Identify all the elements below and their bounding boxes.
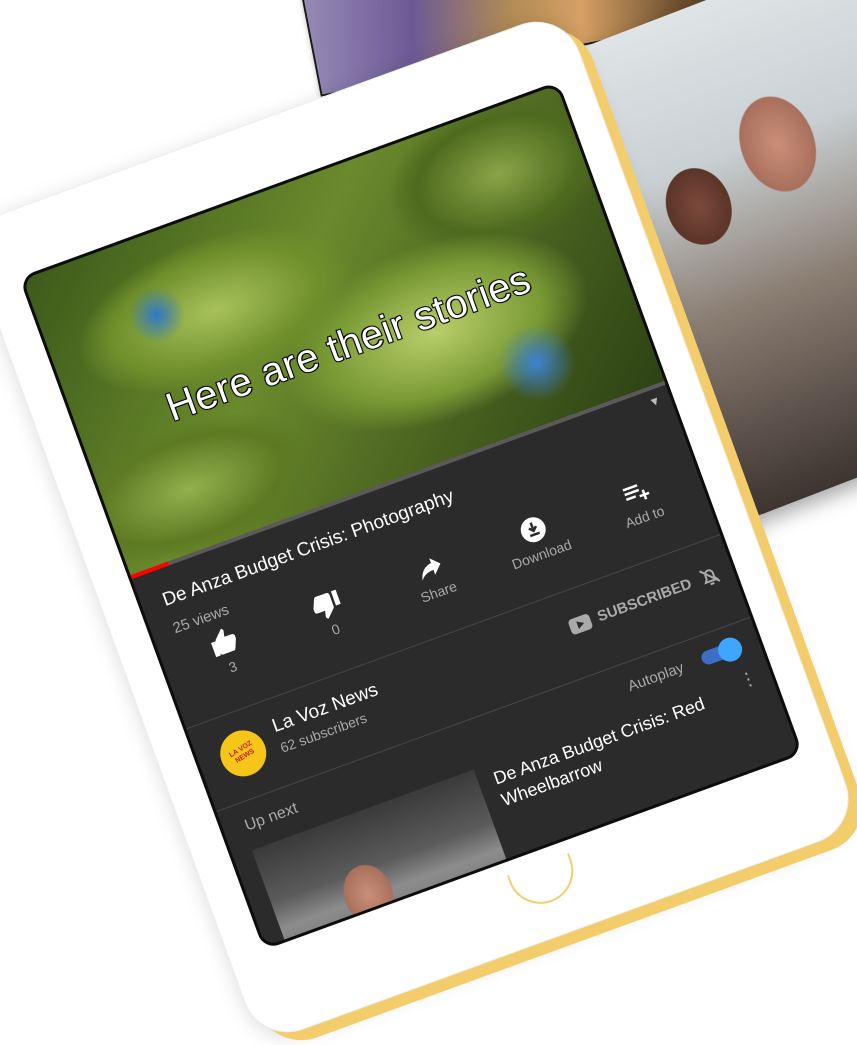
subscribed-label: SUBSCRIBED (595, 575, 695, 626)
autoplay-label: Autoplay (625, 659, 687, 696)
channel-avatar[interactable]: LA VOZ NEWS (211, 721, 275, 786)
share-button[interactable]: Share (380, 535, 494, 642)
up-next-label: Up next (242, 799, 301, 835)
add-to-button[interactable]: Add to (586, 460, 700, 567)
subscribed-button[interactable]: SUBSCRIBED (567, 575, 695, 636)
autoplay-toggle[interactable] (696, 634, 746, 670)
dislike-button[interactable]: 0 (277, 572, 391, 679)
bell-off-icon[interactable] (694, 561, 725, 592)
more-vert-icon[interactable]: ⋮ (736, 667, 760, 692)
download-button[interactable]: Download (483, 497, 597, 604)
channel-logo-text: LA VOZ NEWS (228, 739, 256, 765)
collapse-icon[interactable]: ▼ (647, 393, 663, 410)
youtube-icon (567, 612, 594, 636)
